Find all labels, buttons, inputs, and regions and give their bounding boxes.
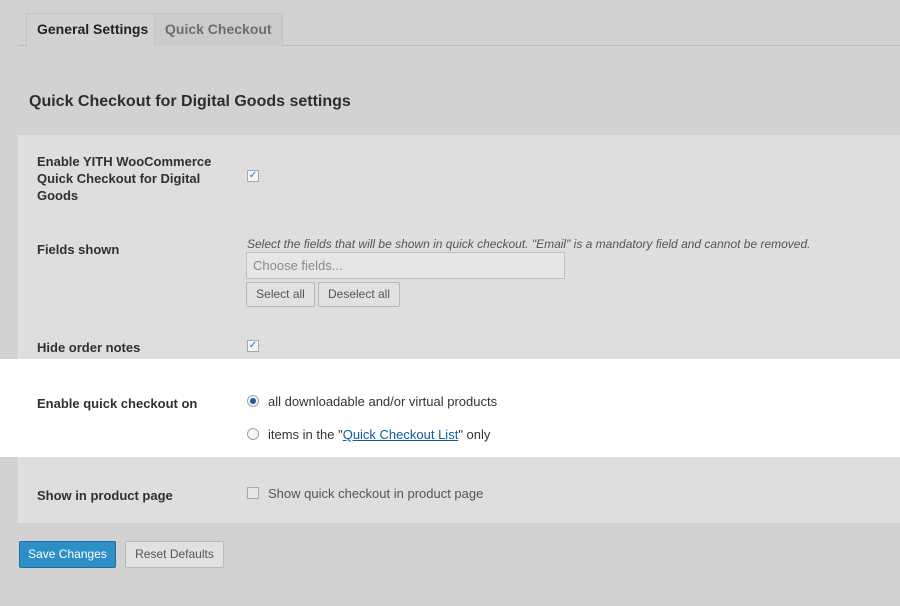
fields-shown-label: Fields shown bbox=[37, 242, 120, 257]
tab-quick-checkout[interactable]: Quick Checkout bbox=[154, 13, 283, 46]
quick-checkout-list-link[interactable]: Quick Checkout List bbox=[343, 427, 459, 442]
save-changes-button[interactable]: Save Changes bbox=[19, 541, 116, 568]
radio-all-downloadable[interactable] bbox=[247, 395, 259, 407]
enable-label-line: Goods bbox=[37, 188, 79, 203]
tab-general-settings[interactable]: General Settings bbox=[26, 13, 160, 47]
option-suffix: " only bbox=[458, 427, 491, 442]
select-all-button[interactable]: Select all bbox=[246, 282, 315, 307]
hide-order-notes-label: Hide order notes bbox=[37, 340, 141, 355]
enable-label-line: Quick Checkout for Digital bbox=[37, 171, 201, 186]
show-in-product-page-checkbox[interactable] bbox=[247, 487, 259, 499]
radio-quick-checkout-list[interactable] bbox=[247, 428, 259, 440]
fields-select[interactable]: Choose fields... bbox=[246, 252, 565, 279]
settings-tabs: General Settings Quick Checkout bbox=[18, 13, 900, 47]
radio-all-downloadable-label: all downloadable and/or virtual products bbox=[268, 394, 498, 409]
enable-label-line: Enable YITH WooCommerce bbox=[37, 154, 212, 169]
show-in-product-page-label: Show in product page bbox=[37, 488, 173, 503]
hide-order-notes-checkbox[interactable]: ✓ bbox=[247, 340, 259, 352]
enable-on-label: Enable quick checkout on bbox=[37, 396, 198, 411]
section-title: Quick Checkout for Digital Goods setting… bbox=[29, 93, 351, 110]
radio-quick-checkout-list-label: items in the "Quick Checkout List" only bbox=[268, 427, 490, 442]
deselect-all-button[interactable]: Deselect all bbox=[318, 282, 400, 307]
reset-defaults-button[interactable]: Reset Defaults bbox=[125, 541, 224, 568]
fields-shown-description: Select the fields that will be shown in … bbox=[247, 237, 811, 251]
enable-label: Enable YITH WooCommerce Quick Checkout f… bbox=[37, 153, 211, 204]
enable-checkbox[interactable]: ✓ bbox=[247, 170, 259, 182]
show-in-product-page-option-label: Show quick checkout in product page bbox=[268, 486, 484, 501]
option-prefix: items in the " bbox=[268, 427, 343, 442]
